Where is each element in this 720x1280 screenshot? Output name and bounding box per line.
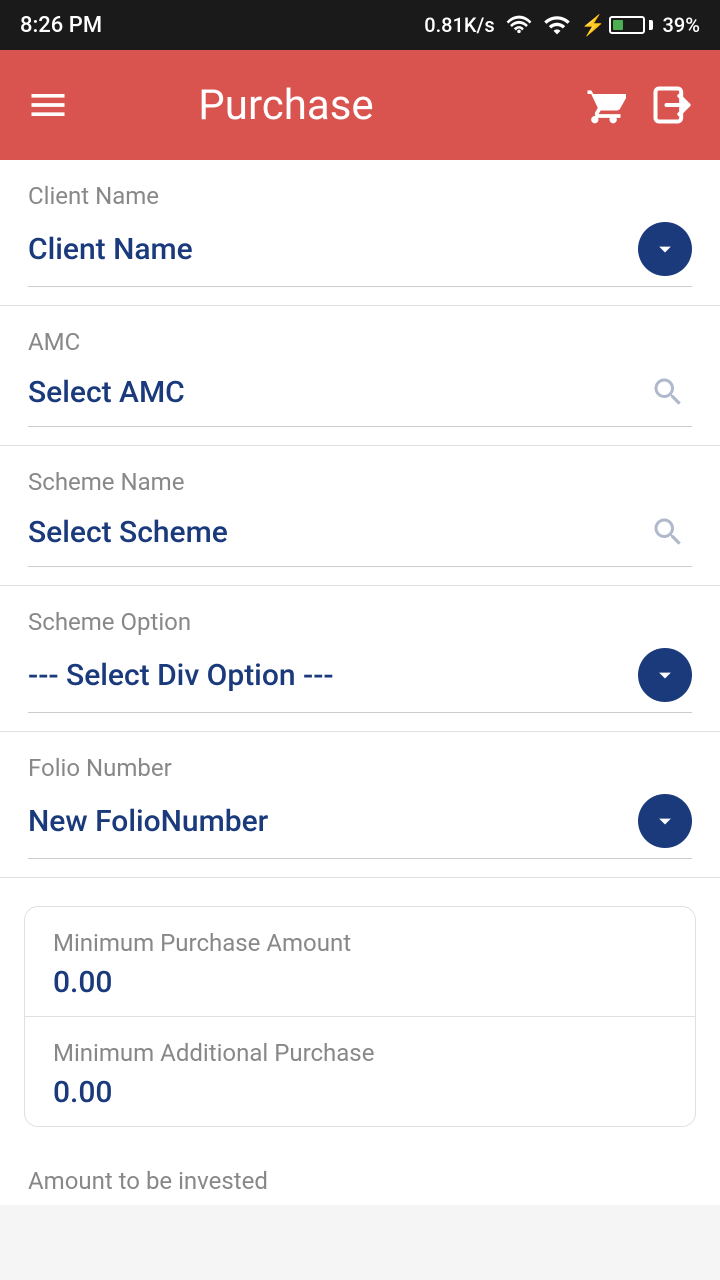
info-card: Minimum Purchase Amount 0.00 Minimum Add… — [24, 906, 696, 1127]
scheme-name-label: Scheme Name — [28, 468, 692, 496]
amc-value: Select AMC — [28, 375, 185, 410]
wifi-icon — [505, 11, 533, 39]
toolbar: Purchase — [0, 50, 720, 160]
client-name-dropdown[interactable] — [638, 222, 692, 276]
amount-label: Amount to be invested — [28, 1167, 692, 1195]
battery-body — [609, 16, 645, 34]
folio-number-value: New FolioNumber — [28, 804, 268, 839]
battery-fill — [613, 20, 624, 30]
status-bar: 8:26 PM 0.81K/s ⚡ 39% — [0, 0, 720, 50]
client-name-value: Client Name — [28, 232, 193, 267]
min-additional-row: Minimum Additional Purchase 0.00 — [25, 1017, 695, 1126]
amc-row: Select AMC — [28, 368, 692, 427]
scheme-name-value: Select Scheme — [28, 515, 228, 550]
amc-label: AMC — [28, 328, 692, 356]
min-purchase-label: Minimum Purchase Amount — [53, 929, 667, 957]
amc-search-button[interactable] — [644, 368, 692, 416]
logout-button[interactable] — [648, 81, 696, 129]
amount-section: Amount to be invested — [0, 1147, 720, 1205]
battery-percent: 39% — [663, 13, 700, 37]
scheme-search-button[interactable] — [644, 508, 692, 556]
scheme-name-group: Scheme Name Select Scheme — [0, 446, 720, 586]
amc-group: AMC Select AMC — [0, 306, 720, 446]
page-title: Purchase — [12, 81, 560, 130]
folio-number-group: Folio Number New FolioNumber — [0, 732, 720, 878]
min-purchase-value: 0.00 — [53, 965, 667, 1000]
battery-tip — [649, 20, 653, 30]
scheme-option-dropdown[interactable] — [638, 648, 692, 702]
scheme-option-value: --- Select Div Option --- — [28, 658, 334, 693]
min-purchase-row: Minimum Purchase Amount 0.00 — [25, 907, 695, 1017]
signal-icon — [543, 11, 571, 39]
status-icons: 0.81K/s ⚡ 39% — [424, 11, 700, 39]
status-time: 8:26 PM — [20, 13, 102, 38]
client-name-label: Client Name — [28, 182, 692, 210]
form-content: Client Name Client Name AMC Select AMC S… — [0, 160, 720, 1205]
network-speed: 0.81K/s — [424, 13, 494, 37]
client-name-row: Client Name — [28, 222, 692, 287]
cart-button[interactable] — [580, 81, 628, 129]
battery-icon: ⚡ — [581, 13, 653, 37]
scheme-option-label: Scheme Option — [28, 608, 692, 636]
time-display: 8:26 PM — [20, 13, 102, 38]
min-additional-label: Minimum Additional Purchase — [53, 1039, 667, 1067]
client-name-group: Client Name Client Name — [0, 160, 720, 306]
folio-number-dropdown[interactable] — [638, 794, 692, 848]
min-additional-value: 0.00 — [53, 1075, 667, 1110]
scheme-option-group: Scheme Option --- Select Div Option --- — [0, 586, 720, 732]
scheme-option-row: --- Select Div Option --- — [28, 648, 692, 713]
scheme-name-row: Select Scheme — [28, 508, 692, 567]
folio-number-label: Folio Number — [28, 754, 692, 782]
folio-number-row: New FolioNumber — [28, 794, 692, 859]
